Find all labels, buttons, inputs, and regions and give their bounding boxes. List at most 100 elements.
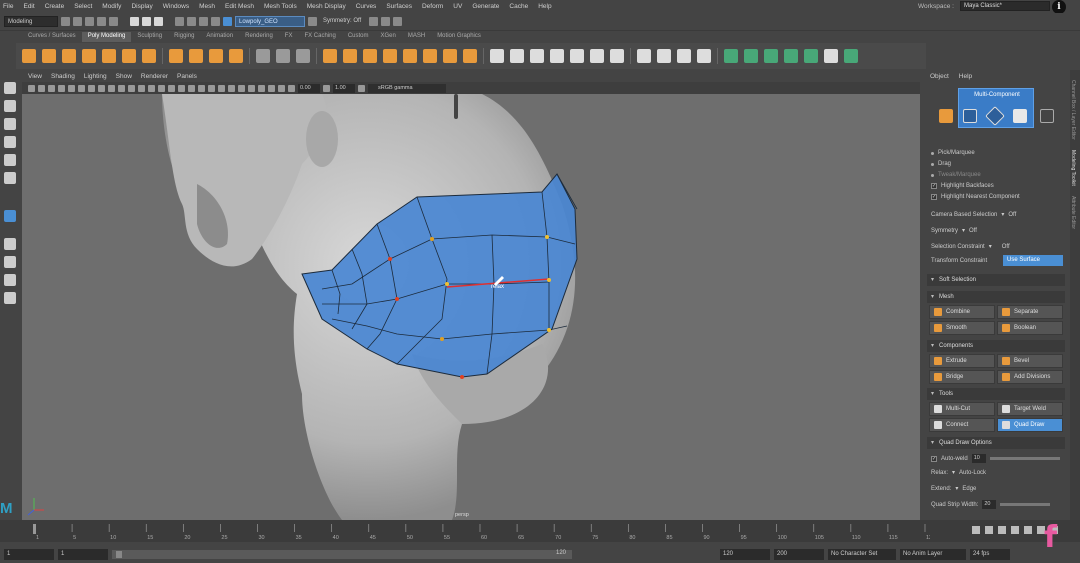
menu-curves[interactable]: Curves [356,3,377,10]
boolean-diff-icon[interactable] [343,49,357,63]
shelf-tab-fx[interactable]: FX [279,32,299,42]
multicut-shelf-icon[interactable] [490,49,504,63]
render-icon[interactable] [369,17,378,26]
boolean-button[interactable]: Boolean [997,321,1063,335]
combine-button[interactable]: Combine [929,305,995,319]
bridge-button[interactable]: Bridge [929,370,995,384]
viewport-menu-panels[interactable]: Panels [177,73,197,80]
target-weld-button[interactable]: Target Weld [997,402,1063,416]
poly-torus-icon[interactable] [102,49,116,63]
start-time-field[interactable]: 1 [4,549,54,560]
menu-display[interactable]: Display [131,3,152,10]
step-back-icon[interactable] [998,526,1006,534]
wireframe-icon[interactable] [138,84,145,92]
symmetry-dropdown[interactable]: Symmetry: Off [320,16,366,27]
connect-button[interactable]: Connect [929,418,995,432]
separate-button[interactable]: Separate [997,305,1063,319]
svg-icon[interactable] [229,49,243,63]
workspace-selector[interactable]: Workspace : Maya Classic* [918,1,1050,11]
bridge-shelf-icon[interactable] [423,49,437,63]
shelf-tab-poly-modeling[interactable]: Poly Modeling [81,32,132,42]
bevel-shelf-icon[interactable] [443,49,457,63]
shelf-tab-mash[interactable]: MASH [402,32,431,42]
menu-help[interactable]: Help [538,3,551,10]
poly-cube-icon[interactable] [42,49,56,63]
camera-select-icon[interactable] [28,84,35,92]
mirror-icon[interactable] [383,49,397,63]
safe-action-icon[interactable] [118,84,125,92]
viewport-menu-lighting[interactable]: Lighting [84,73,107,80]
outliner-layout-icon[interactable] [4,274,16,286]
four-view-icon[interactable] [4,256,16,268]
selection-constraint[interactable]: Selection Constraint ▾ Off [931,243,1010,251]
paint-select-icon[interactable] [4,118,16,130]
menu-create[interactable]: Create [45,3,65,10]
go-to-start-icon[interactable] [972,526,980,534]
extend-option[interactable]: Extend: ▾ Edge [931,485,976,493]
viewport-menu-view[interactable]: View [28,73,42,80]
object-mode-icon[interactable] [939,109,953,123]
save-scene-icon[interactable] [85,17,94,26]
extrude-button[interactable]: Extrude [929,354,995,368]
menu-file[interactable]: File [3,3,13,10]
highlight-nearest-check[interactable]: ✓ Highlight Nearest Component [931,194,1020,200]
playback-start-field[interactable]: 1 [58,549,108,560]
open-scene-icon[interactable] [73,17,82,26]
uv-spherical-icon[interactable] [784,49,798,63]
exposure-field[interactable]: 0.00 [298,83,320,93]
menu-modify[interactable]: Modify [102,3,121,10]
shelf-tab-xgen[interactable]: XGen [375,32,402,42]
poly-disc-icon[interactable] [142,49,156,63]
menu-mesh-display[interactable]: Mesh Display [307,3,346,10]
snap-plane-icon[interactable] [211,17,220,26]
snap-live-icon[interactable] [223,17,232,26]
menu-windows[interactable]: Windows [163,3,189,10]
menu-edit[interactable]: Edit [23,3,34,10]
motion-blur-icon[interactable] [218,84,225,92]
range-slider[interactable]: 120 [112,550,572,559]
uv-layout-icon[interactable] [844,49,858,63]
pen-icon[interactable] [637,49,651,63]
drag-option[interactable]: Drag [931,161,951,167]
shadows-icon[interactable] [198,84,205,92]
select-object-icon[interactable] [142,17,151,26]
combine-shelf-icon[interactable] [256,49,270,63]
playback-end-field[interactable]: 120 [720,549,770,560]
pick-marquee-option[interactable]: Pick/Marquee [931,150,975,156]
uv-mode-icon[interactable] [1040,109,1054,123]
resolution-gate-icon[interactable] [88,84,95,92]
film-gate-icon[interactable] [78,84,85,92]
attribute-editor-tab[interactable]: Attribute Editor [1070,196,1076,229]
textured-icon[interactable] [178,84,185,92]
wireframe-on-shaded-icon[interactable] [168,84,175,92]
render-settings-icon[interactable] [381,17,390,26]
quad-draw-options-section[interactable]: Quad Draw Options [927,437,1065,449]
viewport[interactable] [22,94,920,520]
menu-deform[interactable]: Deform [422,3,443,10]
lasso-tool-icon[interactable] [4,100,16,112]
mesh-section[interactable]: Mesh [927,291,1065,303]
color-space-dropdown[interactable]: sRGB gamma [368,83,446,93]
tools-section[interactable]: Tools [927,388,1065,400]
highlight-backfaces-check[interactable]: ✓ Highlight Backfaces [931,183,994,189]
poly-cylinder-icon[interactable] [62,49,76,63]
anim-layer-dropdown[interactable]: No Anim Layer [900,549,966,560]
separate-shelf-icon[interactable] [276,49,290,63]
redo-icon[interactable] [109,17,118,26]
poly-cone-icon[interactable] [82,49,96,63]
bookmark-icon[interactable] [48,84,55,92]
workspace-dropdown[interactable]: Maya Classic* [960,1,1050,11]
poly-plane-icon[interactable] [122,49,136,63]
camera-attr-icon[interactable] [38,84,45,92]
shelf-tab-curves-surfaces[interactable]: Curves / Surfaces [22,32,82,42]
end-time-field[interactable]: 200 [774,549,824,560]
add-divisions-button[interactable]: Add Divisions [997,370,1063,384]
viewport-menu-renderer[interactable]: Renderer [141,73,168,80]
gate-mask-icon[interactable] [98,84,105,92]
play-back-icon[interactable] [1011,526,1019,534]
xray-components-icon[interactable] [278,84,285,92]
shelf-tab-rigging[interactable]: Rigging [168,32,200,42]
lights-icon[interactable] [188,84,195,92]
rotate-tool-icon[interactable] [4,154,16,166]
grid-icon[interactable] [68,84,75,92]
